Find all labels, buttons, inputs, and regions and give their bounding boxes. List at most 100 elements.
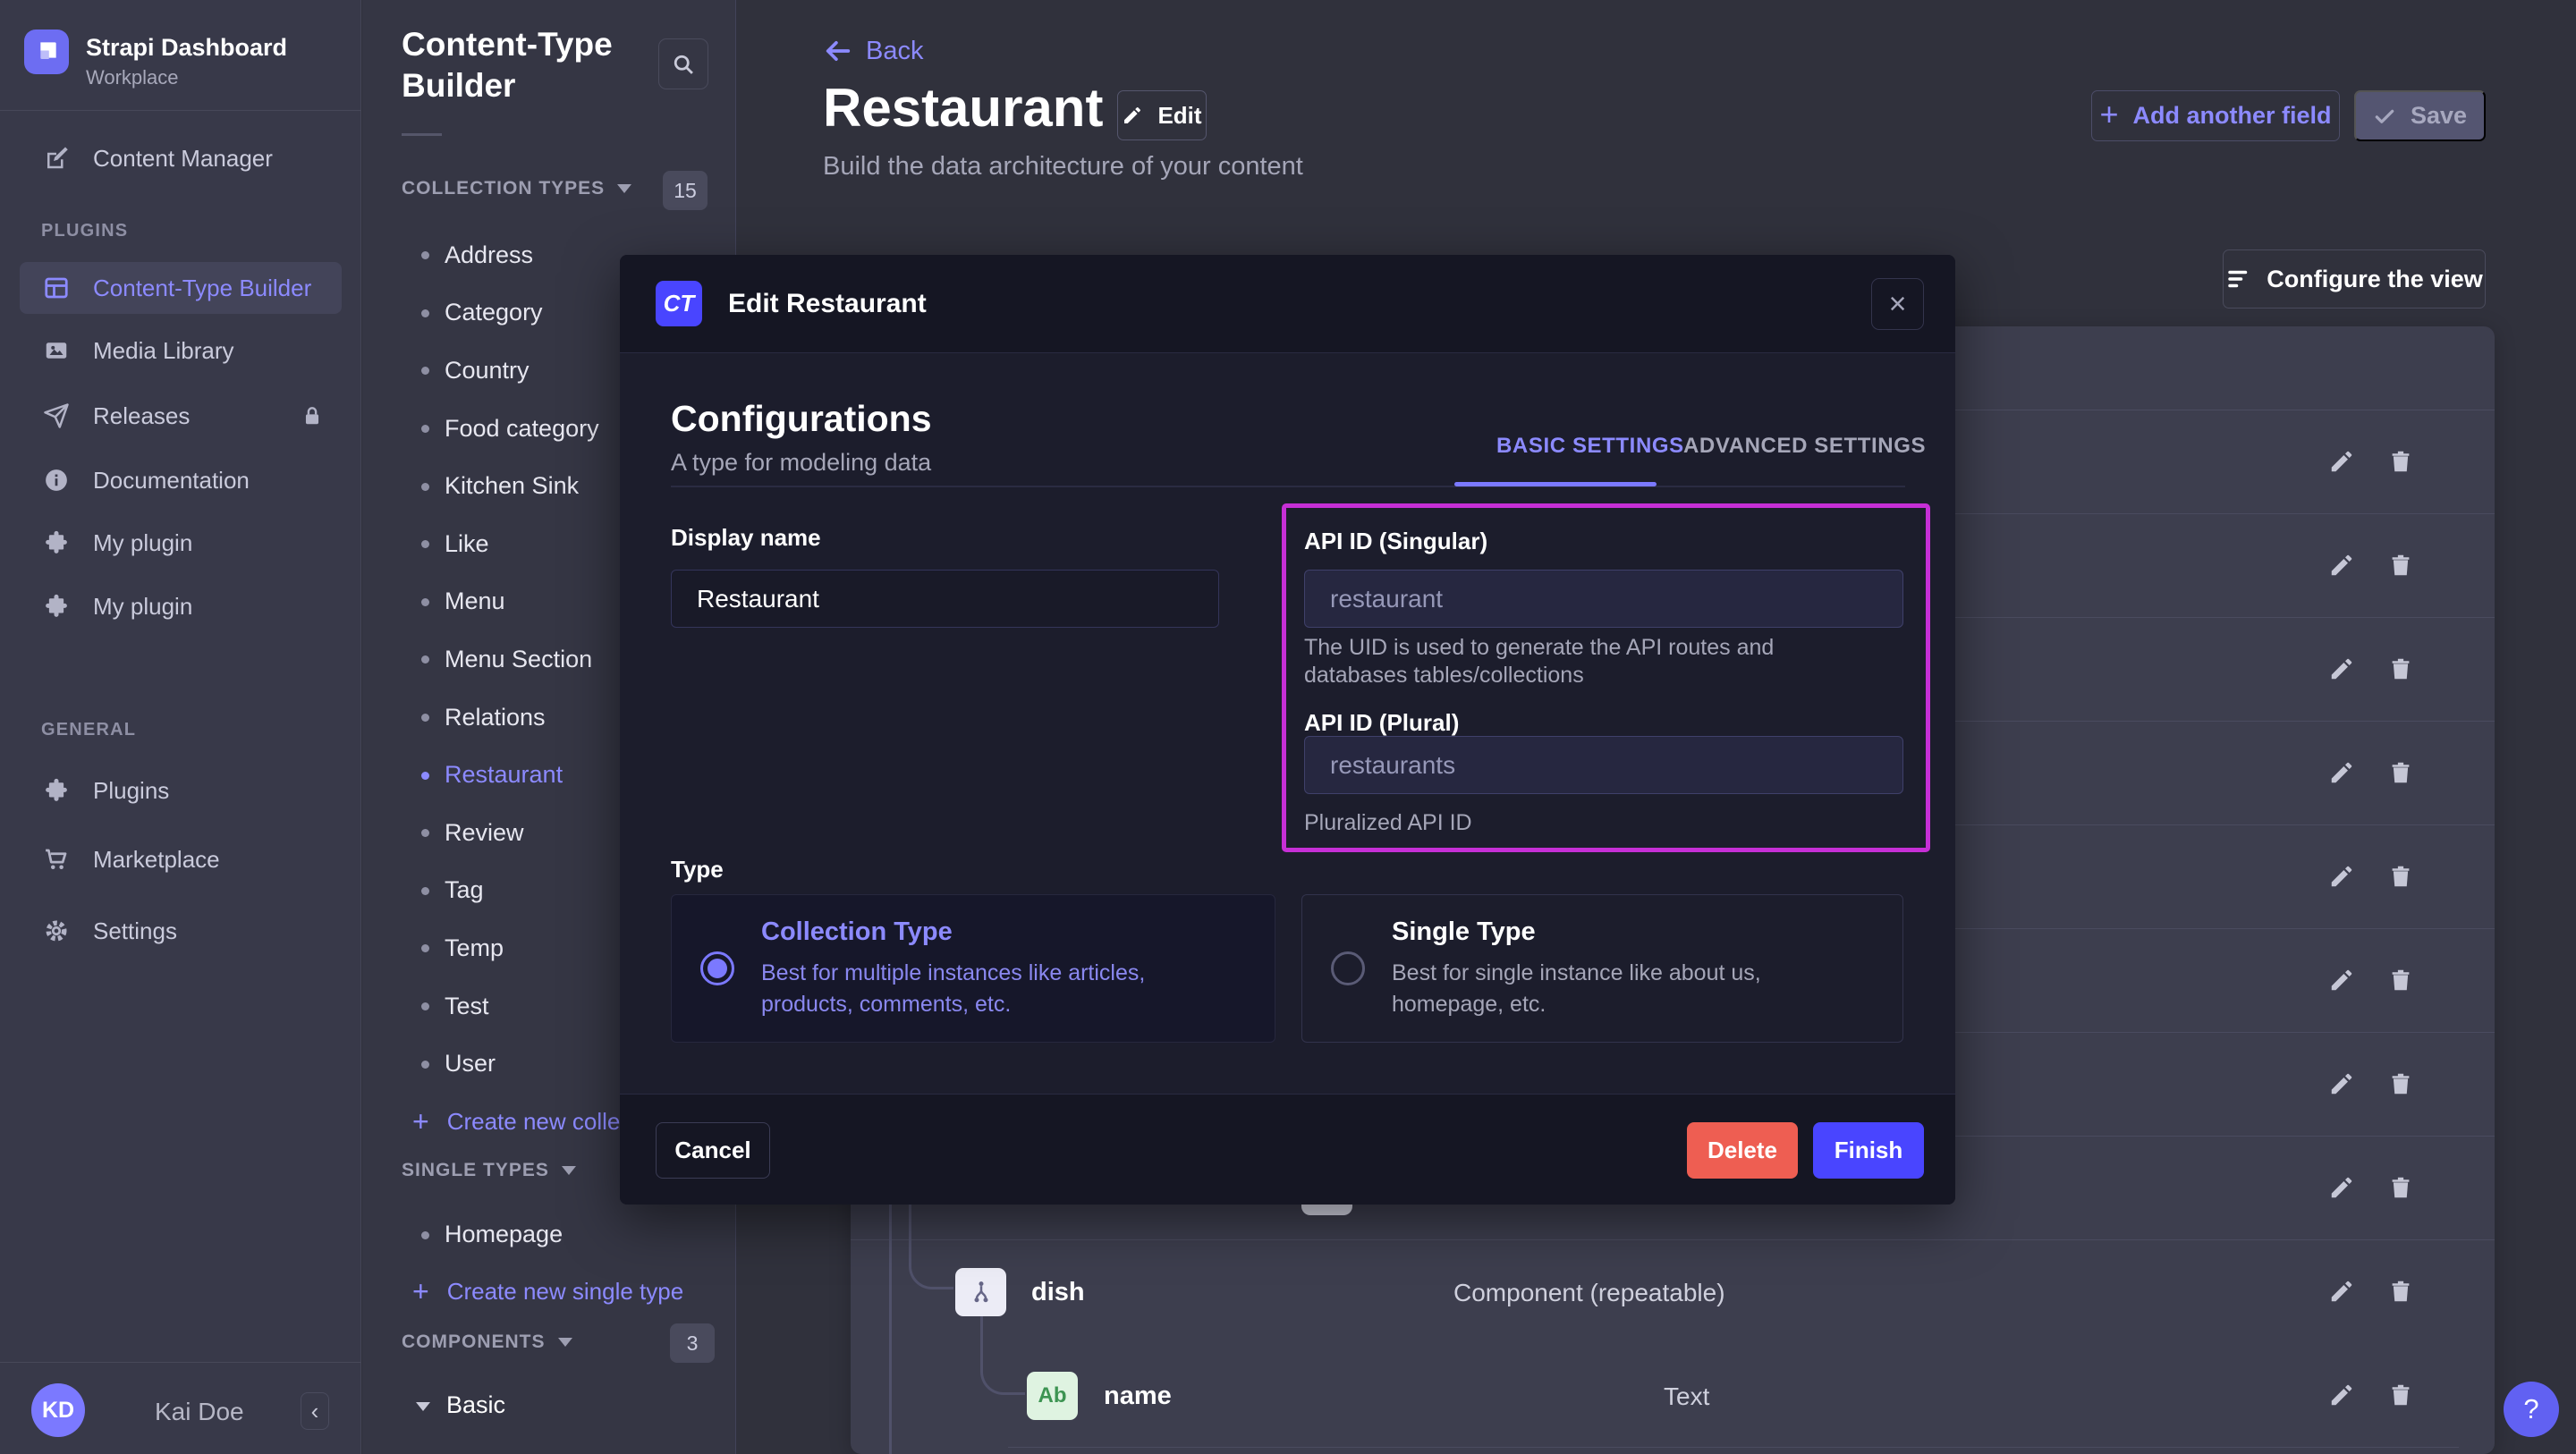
display-name-input[interactable] xyxy=(671,570,1219,628)
table-row-actions xyxy=(2328,552,2414,579)
api-id-plural-input[interactable] xyxy=(1304,736,1903,794)
table-row-actions xyxy=(2328,1070,2414,1097)
delete-field-button[interactable] xyxy=(2387,1278,2414,1305)
components-count-badge: 3 xyxy=(670,1323,715,1363)
sidebar-item-media-library[interactable]: Media Library xyxy=(20,325,342,376)
delete-field-button[interactable] xyxy=(2387,1382,2414,1408)
sidebar-item-marketplace[interactable]: Marketplace xyxy=(20,833,342,885)
single-types-section[interactable]: SINGLE TYPES xyxy=(402,1160,576,1181)
sidebar-item-plugins[interactable]: Plugins xyxy=(20,765,342,816)
sidebar-item-my-plugin-2[interactable]: My plugin xyxy=(20,580,342,632)
single-type-homepage[interactable]: Homepage xyxy=(445,1221,563,1248)
app-name: Strapi Dashboard xyxy=(86,34,287,62)
modal-title: Edit Restaurant xyxy=(728,289,927,319)
edit-field-button[interactable] xyxy=(2328,967,2355,993)
edit-field-button[interactable] xyxy=(2328,448,2355,475)
row-divider xyxy=(1008,1447,2459,1448)
sidebar-item-label: Settings xyxy=(93,917,177,945)
puzzle-icon xyxy=(43,529,70,556)
close-button[interactable]: × xyxy=(1871,278,1924,330)
sidebar-item-settings[interactable]: Settings xyxy=(20,905,342,957)
search-button[interactable] xyxy=(658,38,708,89)
type-label: Type xyxy=(671,856,724,883)
edit-field-button[interactable] xyxy=(2328,1174,2355,1201)
strapi-logo[interactable] xyxy=(24,30,69,74)
collection-type-title: Collection Type xyxy=(761,917,1199,947)
plus-icon: + xyxy=(412,1105,429,1138)
single-type-title: Single Type xyxy=(1392,917,1874,947)
edit-label: Edit xyxy=(1157,102,1201,130)
edit-field-button[interactable] xyxy=(2328,552,2355,579)
table-row-actions xyxy=(2328,1174,2414,1201)
collection-type-card[interactable]: Collection Type Best for multiple instan… xyxy=(671,894,1275,1043)
help-button[interactable]: ? xyxy=(2504,1382,2559,1437)
sidebar-item-my-plugin-1[interactable]: My plugin xyxy=(20,517,342,569)
delete-field-button[interactable] xyxy=(2387,552,2414,579)
builder-title: Content-Type Builder xyxy=(402,24,670,106)
edit-field-button[interactable] xyxy=(2328,863,2355,890)
search-icon xyxy=(671,52,696,77)
table-row-actions xyxy=(2328,655,2414,682)
delete-field-button[interactable] xyxy=(2387,655,2414,682)
back-label: Back xyxy=(866,37,923,66)
single-type-card[interactable]: Single Type Best for single instance lik… xyxy=(1301,894,1903,1043)
sidebar-item-label: Releases xyxy=(93,402,190,430)
component-icon xyxy=(955,1268,1006,1316)
section-label: SINGLE TYPES xyxy=(402,1160,549,1181)
add-field-label: Add another field xyxy=(2133,102,2332,130)
radio-unselected-icon[interactable] xyxy=(1331,951,1365,985)
edit-field-button[interactable] xyxy=(2328,1070,2355,1097)
components-section[interactable]: COMPONENTS xyxy=(402,1331,572,1353)
sidebar-item-releases[interactable]: Releases xyxy=(20,390,342,442)
edit-field-button[interactable] xyxy=(2328,1278,2355,1305)
close-icon: × xyxy=(1889,287,1907,322)
tab-basic-settings[interactable]: BASIC SETTINGS xyxy=(1496,434,1684,459)
save-button[interactable]: Save xyxy=(2354,90,2486,141)
add-another-field-button[interactable]: + Add another field xyxy=(2091,90,2340,141)
picture-icon xyxy=(43,337,70,364)
delete-field-button[interactable] xyxy=(2387,448,2414,475)
avatar[interactable]: KD xyxy=(31,1383,85,1437)
back-link[interactable]: Back xyxy=(823,36,923,66)
link-label: Create new single type xyxy=(447,1278,683,1306)
sidebar-item-documentation[interactable]: Documentation xyxy=(20,454,342,506)
radio-selected-icon[interactable] xyxy=(700,951,734,985)
collection-types-section[interactable]: COLLECTION TYPES xyxy=(402,178,631,199)
paper-plane-icon xyxy=(43,402,70,429)
plugins-section-label: PLUGINS xyxy=(41,221,128,241)
delete-field-button[interactable] xyxy=(2387,967,2414,993)
sidebar-item-content-manager[interactable]: Content Manager xyxy=(20,132,342,184)
api-id-singular-label: API ID (Singular) xyxy=(1304,528,1487,555)
delete-field-button[interactable] xyxy=(2387,1070,2414,1097)
sidebar-item-label: Content-Type Builder xyxy=(93,275,311,302)
api-id-singular-input[interactable] xyxy=(1304,570,1903,628)
cancel-button[interactable]: Cancel xyxy=(656,1122,770,1179)
tree-rail xyxy=(909,1205,953,1289)
collapse-sidebar-button[interactable]: ‹ xyxy=(301,1392,329,1430)
section-label: COLLECTION TYPES xyxy=(402,178,605,199)
component-group-basic[interactable]: Basic xyxy=(416,1391,505,1419)
edit-button[interactable]: Edit xyxy=(1117,90,1207,140)
create-single-type-link[interactable]: + Create new single type xyxy=(412,1275,683,1308)
display-name-label: Display name xyxy=(671,524,821,552)
pencil-icon xyxy=(1122,105,1143,126)
delete-field-button[interactable] xyxy=(2387,759,2414,786)
delete-field-button[interactable] xyxy=(2387,863,2414,890)
edit-field-button[interactable] xyxy=(2328,655,2355,682)
table-row-actions xyxy=(2328,967,2414,993)
info-icon xyxy=(43,467,70,494)
sidebar-item-content-type-builder[interactable]: Content-Type Builder xyxy=(20,262,342,314)
delete-button[interactable]: Delete xyxy=(1687,1122,1798,1179)
save-label: Save xyxy=(2411,102,2467,130)
puzzle-icon xyxy=(43,593,70,620)
group-label: Basic xyxy=(446,1391,505,1418)
configure-view-button[interactable]: Configure the view xyxy=(2223,249,2486,309)
page-subtitle: Build the data architecture of your cont… xyxy=(823,152,1303,182)
api-id-singular-hint: The UID is used to generate the API rout… xyxy=(1304,634,1832,689)
finish-button[interactable]: Finish xyxy=(1813,1122,1924,1179)
edit-field-button[interactable] xyxy=(2328,759,2355,786)
delete-field-button[interactable] xyxy=(2387,1174,2414,1201)
check-icon xyxy=(2373,105,2396,128)
tab-advanced-settings[interactable]: ADVANCED SETTINGS xyxy=(1683,434,1926,459)
edit-field-button[interactable] xyxy=(2328,1382,2355,1408)
